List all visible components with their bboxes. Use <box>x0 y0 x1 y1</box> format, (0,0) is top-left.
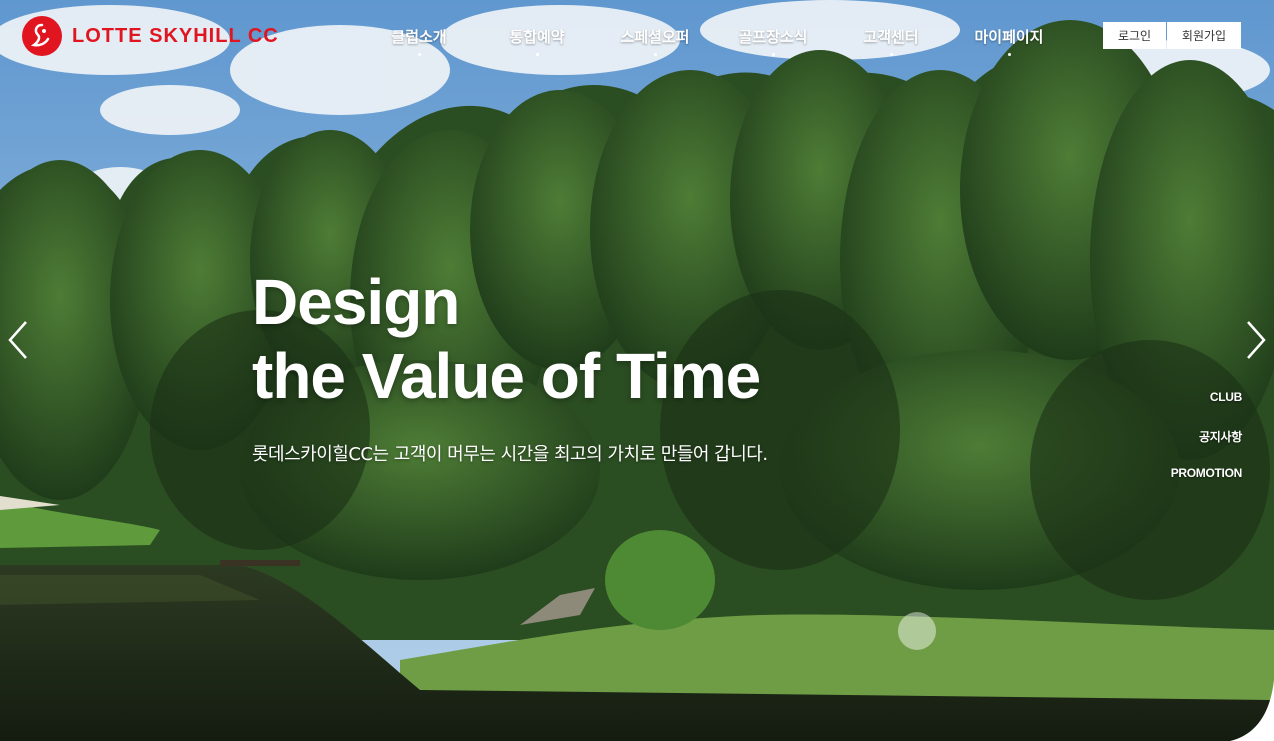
nav-item-customer-center[interactable]: 고객센터 <box>832 26 950 56</box>
nav-dot <box>418 53 421 56</box>
cursor-indicator <box>898 612 936 650</box>
hero-subcopy: 롯데스카이힐CC는 고객이 머무는 시간을 최고의 가치로 만들어 갑니다. <box>252 444 768 465</box>
chevron-right-icon[interactable] <box>1244 320 1268 360</box>
hero-headline: Design the Value of Time <box>252 265 761 413</box>
side-item-notice[interactable]: 공지사항 <box>1171 428 1242 466</box>
nav-item-mypage[interactable]: 마이페이지 <box>950 26 1068 56</box>
nav-dot <box>654 53 657 56</box>
side-item-club[interactable]: CLUB <box>1171 390 1242 428</box>
nav-dot <box>890 53 893 56</box>
lotte-logo-icon <box>22 16 62 56</box>
main-nav: 클럽소개 통합예약 스페셜오퍼 골프장소식 고객센터 마이페이지 <box>360 26 1068 56</box>
side-quick-nav: CLUB 공지사항 PROMOTION <box>1171 390 1243 504</box>
headline-line-2: the Value of Time <box>252 340 761 412</box>
side-item-promotion[interactable]: PROMOTION <box>1171 466 1243 504</box>
hero-slider: LOTTE SKYHILL CC 클럽소개 통합예약 스페셜오퍼 골프장소식 고… <box>0 0 1274 741</box>
nav-item-news[interactable]: 골프장소식 <box>714 26 832 56</box>
nav-dot <box>536 53 539 56</box>
nav-item-club[interactable]: 클럽소개 <box>360 26 478 56</box>
logo-text: LOTTE SKYHILL CC <box>72 24 279 47</box>
nav-dot <box>772 53 775 56</box>
chevron-left-icon[interactable] <box>6 320 30 360</box>
logo[interactable]: LOTTE SKYHILL CC <box>22 16 279 56</box>
nav-dot <box>1008 53 1011 56</box>
signup-button[interactable]: 회원가입 <box>1167 22 1241 49</box>
login-button[interactable]: 로그인 <box>1103 22 1166 49</box>
headline-line-1: Design <box>252 266 460 338</box>
auth-buttons: 로그인 회원가입 <box>1103 22 1241 49</box>
nav-item-reservation[interactable]: 통합예약 <box>478 26 596 56</box>
nav-item-special-offer[interactable]: 스페셜오퍼 <box>596 26 714 56</box>
